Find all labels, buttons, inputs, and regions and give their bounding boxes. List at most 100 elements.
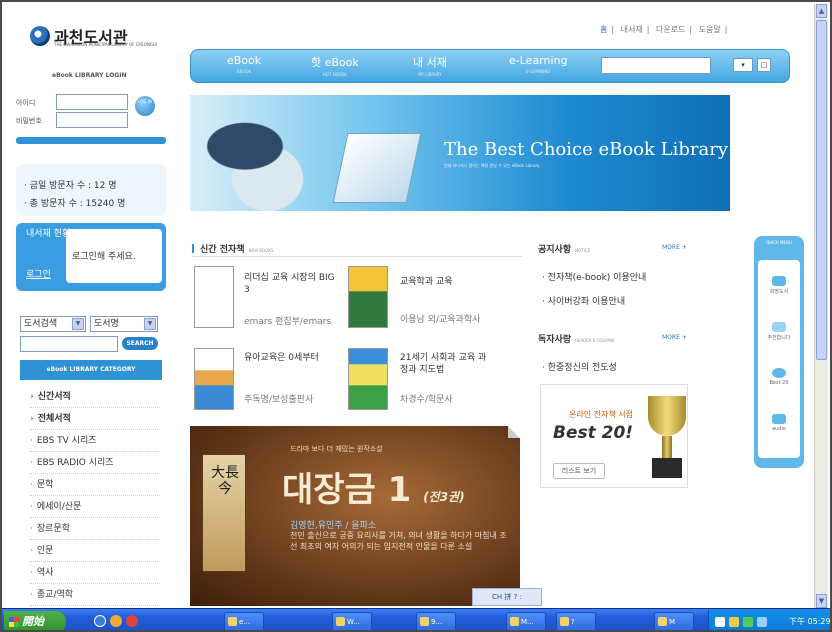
nav-my-library-label: 내 서재 xyxy=(413,56,447,69)
media-quicklaunch-icon[interactable] xyxy=(110,615,122,627)
book-cover-3[interactable] xyxy=(194,348,234,410)
quick-wish-book[interactable]: 희망도서 xyxy=(758,276,800,295)
today-visitors-label: 금일 방문자 수 : xyxy=(29,181,92,191)
search-type-select[interactable]: 도서검색 ▼ xyxy=(20,316,86,332)
login-button[interactable]: LOG IN xyxy=(135,96,155,116)
banner-title: The Best Choice eBook Library xyxy=(444,139,728,160)
help-link[interactable]: 도움말 xyxy=(699,25,721,34)
book-cover-1[interactable] xyxy=(194,266,234,328)
network-icon[interactable] xyxy=(715,617,725,627)
notice-item-1[interactable]: · 전자책(e-book) 이용안내 xyxy=(542,270,646,283)
category-item[interactable]: · EBS RADIO 시리즈 xyxy=(30,454,160,474)
reader-item-1[interactable]: · 한중정신의 전도성 xyxy=(542,360,617,373)
nav-ebook[interactable]: eBook EBOOK xyxy=(227,54,261,74)
notice-item-2[interactable]: · 사이버강좌 이용안내 xyxy=(542,294,625,307)
taskbar-item-2[interactable]: W... xyxy=(332,612,372,630)
book-title-3[interactable]: 유아교육은 0세부터 xyxy=(244,352,336,364)
notice-more-link[interactable]: MORE + xyxy=(662,244,687,251)
bullet-icon: · xyxy=(30,524,33,534)
app-quicklaunch-icon[interactable] xyxy=(126,615,138,627)
start-button[interactable]: 開始 xyxy=(4,611,66,630)
category-item[interactable]: · EBS TV 시리즈 xyxy=(30,432,160,452)
id-input[interactable] xyxy=(56,94,128,110)
book-cover-2[interactable] xyxy=(348,266,388,328)
nav-search-select[interactable]: ▾ xyxy=(733,58,753,72)
search-field-select[interactable]: 도서명 ▼ xyxy=(90,316,158,332)
scroll-thumb[interactable] xyxy=(816,20,827,360)
category-item[interactable]: · 인문 xyxy=(30,542,160,562)
notice-sub: NOTICE xyxy=(575,248,591,253)
nav-search-input[interactable] xyxy=(601,57,711,74)
language-bar[interactable]: CH 拼 ? : xyxy=(472,588,542,606)
ie-quicklaunch-icon[interactable] xyxy=(94,615,106,627)
book-title-2[interactable]: 교육학과 교육 xyxy=(400,276,492,288)
category-item[interactable]: · 에세이/산문 xyxy=(30,498,160,518)
quick-best20[interactable]: Best 20 xyxy=(758,368,800,386)
bullet-icon: · xyxy=(30,502,33,512)
search-button[interactable]: SEARCH xyxy=(122,337,158,350)
password-input[interactable] xyxy=(56,112,128,128)
quick-audio[interactable]: audio xyxy=(758,414,800,432)
messenger-icon[interactable] xyxy=(757,617,767,627)
nav-elearning[interactable]: e-Learning E-LEARNING xyxy=(509,54,568,74)
security-icon[interactable] xyxy=(743,617,753,627)
promo-banner[interactable]: 大長今 드라마 보다 더 재밌는 원작소설 대장금 1 (전3권) 김영현,유민… xyxy=(190,426,520,606)
total-visitors-value: 15240 명 xyxy=(85,199,126,209)
category-item-label: 문학 xyxy=(36,480,54,490)
login-link[interactable]: 로그인 xyxy=(26,267,51,280)
bullet-icon: · xyxy=(30,480,33,490)
search-input[interactable] xyxy=(20,336,118,352)
promo-title-text: 대장금 1 xyxy=(282,470,412,510)
category-item-label: 신간서적 xyxy=(37,392,71,402)
volume-icon[interactable] xyxy=(729,617,739,627)
nav-hot-ebook[interactable]: 핫 eBook HOT EBOOK xyxy=(311,54,359,77)
quick-menu: QUICK MENU 희망도서 추천합니다 Best 20 audio xyxy=(754,236,804,468)
category-item[interactable]: · 장르문학 xyxy=(30,520,160,540)
logo-subtitle: THE GWACHEON MUNICIPAL LIBRARY OF GYEONG… xyxy=(54,42,158,47)
category-item-label: EBS RADIO 시리즈 xyxy=(36,458,114,468)
download-link[interactable]: 다운로드 xyxy=(656,25,685,34)
category-item[interactable]: · 종교/역학 xyxy=(30,586,160,606)
taskbar-item-3[interactable]: 9... xyxy=(416,612,456,630)
library-logo[interactable]: 과천도서관 THE GWACHEON MUNICIPAL LIBRARY OF … xyxy=(30,24,170,50)
bullet-icon: · xyxy=(30,458,33,468)
category-item[interactable]: · 문학 xyxy=(30,476,160,496)
category-item[interactable]: › 전체서적 xyxy=(30,410,160,430)
promo-volume: (전3권) xyxy=(423,490,465,504)
category-item[interactable]: › 신간서적 xyxy=(30,388,160,408)
book-cover-4[interactable] xyxy=(348,348,388,410)
my-library-status-label: 내서재 현황 xyxy=(26,229,71,239)
my-library-link[interactable]: 내서재 xyxy=(621,25,643,34)
book-title-1[interactable]: 리더십 교육 시장의 BIG 3 xyxy=(244,272,336,296)
home-link[interactable]: 홈 xyxy=(600,25,607,34)
list-view-button[interactable]: 리스트 보기 xyxy=(553,463,605,479)
trophy-cup xyxy=(648,396,686,436)
reader-sub: READER'S COLUMN xyxy=(575,338,614,343)
taskbar-item-5[interactable]: ? xyxy=(556,612,596,630)
banner-tagline: 언제 어디서나 원하는 책을 만날 수 있는 eBook Library xyxy=(444,163,540,168)
my-library-status: 내서재 현황 로그인해 주세요. 로그인 xyxy=(16,223,166,291)
category-item-label: EBS TV 시리즈 xyxy=(36,436,97,446)
scroll-down-icon[interactable]: ▼ xyxy=(816,594,827,608)
book-title-4[interactable]: 21세기 사회과 교육 과정과 지도법 xyxy=(400,352,492,376)
taskbar-item-6[interactable]: M xyxy=(654,612,694,630)
clock: 下午 05:29 xyxy=(789,617,831,626)
quick-recommend[interactable]: 추천합니다 xyxy=(758,322,800,341)
today-visitors: · 금일 방문자 수 : 12 명 xyxy=(24,181,117,191)
reader-title: 독자사랑 READER'S COLUMN xyxy=(538,332,614,345)
bullet-icon: › xyxy=(30,392,34,402)
book-author-1: emars 편집부/emars xyxy=(244,317,332,327)
category-item[interactable]: · 역사 xyxy=(30,564,160,584)
notice-item-2-label: 사이버강좌 이용안내 xyxy=(547,297,626,307)
promo-cover-text: 大長今 xyxy=(211,465,239,497)
scroll-up-icon[interactable]: ▲ xyxy=(816,4,827,18)
quick-wish-book-label: 희망도서 xyxy=(769,289,789,295)
category-item-label: 인문 xyxy=(36,546,54,556)
taskbar-item-4[interactable]: M... xyxy=(506,612,546,630)
reader-more-link[interactable]: MORE + xyxy=(662,334,687,341)
vertical-scrollbar[interactable]: ▲ ▼ xyxy=(814,4,828,608)
nav-my-library[interactable]: 내 서재 MY LIBRARY xyxy=(413,54,447,77)
nav-search-button[interactable]: □ xyxy=(757,58,771,72)
taskbar-item-1[interactable]: e... xyxy=(224,612,264,630)
search-field-value: 도서명 xyxy=(94,319,119,329)
